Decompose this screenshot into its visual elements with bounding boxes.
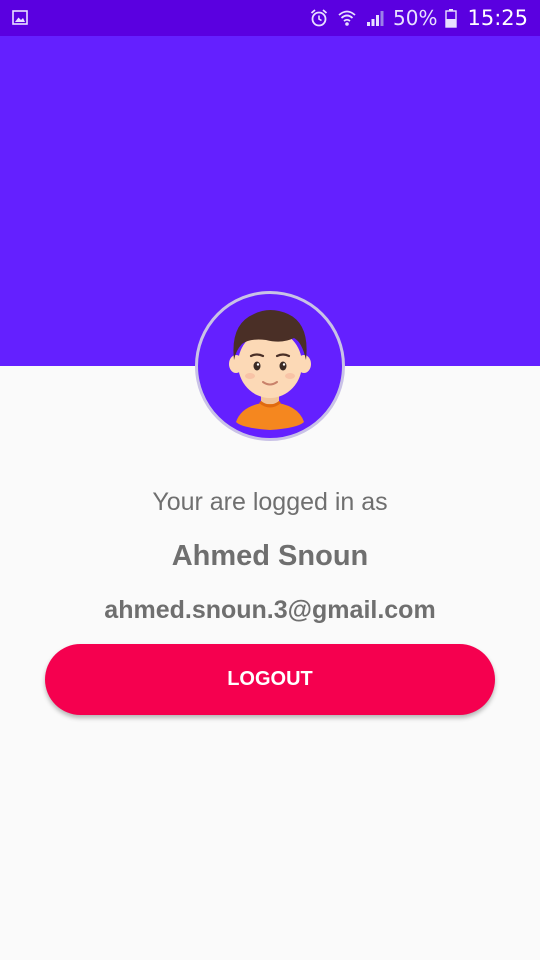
battery-icon [445, 8, 458, 28]
logout-button[interactable]: LOGOUT [45, 644, 495, 715]
battery-percent: 50% [393, 6, 438, 30]
logged-in-label: Your are logged in as [152, 488, 388, 516]
alarm-icon [309, 8, 329, 28]
wifi-icon [337, 8, 357, 28]
status-bar: 50% 15:25 [0, 0, 540, 36]
user-email: ahmed.snoun.3@gmail.com [104, 596, 436, 624]
user-name: Ahmed Snoun [171, 540, 369, 572]
gallery-notification-icon [12, 10, 28, 25]
clock: 15:25 [467, 6, 528, 30]
avatar [195, 291, 345, 441]
male-avatar-icon [229, 310, 311, 430]
status-icons: 50% 15:25 [309, 0, 528, 36]
signal-icon [365, 8, 385, 28]
